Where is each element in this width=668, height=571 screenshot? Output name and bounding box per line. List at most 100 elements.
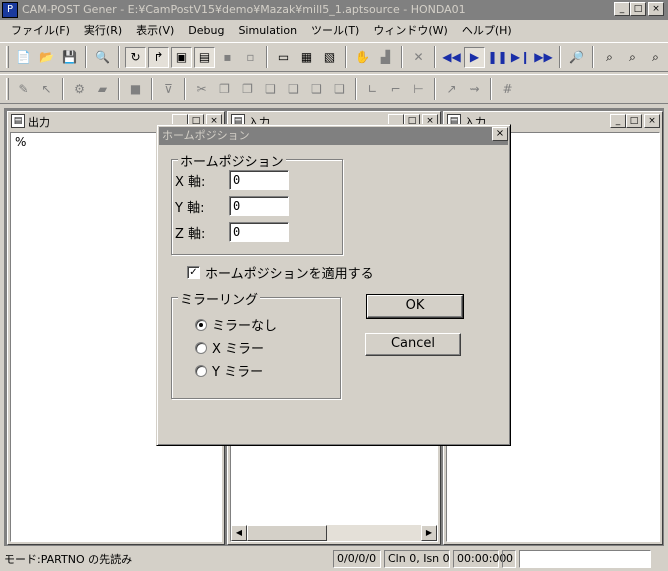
mirror-y-label: Y ミラー: [212, 365, 264, 380]
menu-tools[interactable]: ツール(T): [304, 22, 366, 38]
copy-icon[interactable]: ❐: [214, 79, 235, 100]
menu-bar: ファイル(F) 実行(R) 表示(V) Debug Simulation ツール…: [0, 20, 668, 40]
mirror-none-radio[interactable]: [195, 318, 207, 331]
status-bar: モード:PARTNO の先読み 0/0/0/0 Cln 0, Isn 0 00:…: [0, 547, 668, 571]
find-next-icon[interactable]: ⌕: [622, 47, 643, 68]
process-icon[interactable]: ⇝: [464, 79, 485, 100]
y-axis-label: Y 軸:: [175, 201, 205, 216]
stop-icon[interactable]: ■: [125, 79, 146, 100]
z-axis-input[interactable]: [229, 222, 289, 242]
fast-forward-icon[interactable]: ▶▶: [533, 47, 554, 68]
close-button[interactable]: ×: [648, 2, 664, 16]
output-window-icon: ▤: [11, 114, 25, 128]
mirror-none-label: ミラーなし: [212, 319, 278, 334]
menu-file[interactable]: ファイル(F): [4, 22, 77, 38]
paste2-icon[interactable]: ❑: [283, 79, 304, 100]
tool-icon-3[interactable]: ⚙: [69, 79, 90, 100]
tool-icon-1[interactable]: ▪: [217, 47, 238, 68]
input-close-button[interactable]: ×: [644, 114, 660, 128]
window-toggle-icon[interactable]: ▣: [171, 46, 192, 68]
ok-button[interactable]: OK: [366, 294, 464, 319]
apply-home-position-checkbox-row[interactable]: ✓ ホームポジションを適用する: [187, 263, 374, 282]
status-time: 00:00:00: [453, 550, 506, 568]
find-icon[interactable]: 🔎: [566, 47, 587, 68]
print-preview-icon[interactable]: 🔍: [92, 47, 113, 68]
hand-icon[interactable]: ✋: [352, 47, 373, 68]
menu-help[interactable]: ヘルプ(H): [455, 22, 519, 38]
mirror-y-option[interactable]: Y ミラー: [195, 361, 263, 380]
angle-icon[interactable]: ∟: [362, 79, 383, 100]
scroll-right-icon[interactable]: ▶: [421, 525, 437, 541]
z-axis-label: Z 軸:: [175, 227, 206, 242]
paste3-icon[interactable]: ❑: [306, 79, 327, 100]
toolbar-grip[interactable]: [6, 46, 9, 68]
toolbar2-grip[interactable]: [6, 78, 9, 100]
home-position-dialog[interactable]: ホームポジション × ホームポジション X 軸: Y 軸: Z 軸: ✓ ホーム…: [156, 124, 511, 446]
y-axis-input[interactable]: [229, 196, 289, 216]
status-message: モード:PARTNO の先読み: [4, 553, 133, 566]
mirror-x-radio[interactable]: [195, 341, 207, 354]
binoculars-icon[interactable]: ⌕: [599, 47, 620, 68]
mirror-x-label: X ミラー: [212, 342, 265, 357]
tool-icon-2[interactable]: ▫: [240, 47, 261, 68]
mirror-none-option[interactable]: ミラーなし: [195, 315, 277, 334]
tool-icon-4[interactable]: ▰: [92, 79, 113, 100]
mirroring-group-label: ミラーリング: [178, 289, 261, 308]
menu-simulation[interactable]: Simulation: [231, 24, 304, 37]
rewind-icon[interactable]: ◀◀: [441, 47, 462, 68]
angle2-icon[interactable]: ⌐: [385, 79, 406, 100]
menu-debug[interactable]: Debug: [181, 24, 231, 37]
app-icon[interactable]: P: [2, 2, 18, 18]
list-toggle-icon[interactable]: ▤: [194, 46, 215, 68]
input-maximize-button[interactable]: □: [626, 114, 642, 128]
dialog-close-button[interactable]: ×: [492, 127, 508, 141]
step-forward-icon[interactable]: ▶❙: [510, 47, 531, 68]
copy2-icon[interactable]: ❐: [237, 79, 258, 100]
x-axis-label: X 軸:: [175, 175, 206, 190]
cancel-x-icon[interactable]: ✕: [408, 47, 429, 68]
menu-view[interactable]: 表示(V): [129, 22, 181, 38]
mirror-x-option[interactable]: X ミラー: [195, 338, 264, 357]
vector-icon[interactable]: ↗: [441, 79, 462, 100]
step-into-icon[interactable]: ↻: [125, 46, 146, 68]
step-out-icon[interactable]: ↱: [148, 46, 169, 68]
open-folder-icon[interactable]: 📂: [36, 47, 57, 68]
input-minimize-button[interactable]: _: [610, 114, 626, 128]
angle3-icon[interactable]: ⊢: [408, 79, 429, 100]
filter-icon[interactable]: ⊽: [158, 79, 179, 100]
find-prev-icon[interactable]: ⌕: [645, 47, 666, 68]
scroll-thumb[interactable]: [247, 525, 327, 541]
scroll-left-icon[interactable]: ◀: [231, 525, 247, 541]
paste-icon[interactable]: ❑: [260, 79, 281, 100]
cut-icon[interactable]: ✂: [191, 79, 212, 100]
chart-icon[interactable]: ▟: [375, 47, 396, 68]
title-bar[interactable]: P CAM-POST Gener - E:¥CamPostV15¥demo¥Ma…: [0, 0, 668, 20]
dialog-title: ホームポジション: [159, 127, 508, 145]
toolbar-main: 📄 📂 💾 🔍 ↻ ↱ ▣ ▤ ▪ ▫ ▭ ▦ ▧ ✋ ▟ ✕ ◀◀ ▶ ❚❚ …: [0, 42, 668, 72]
status-num: 0: [502, 550, 516, 568]
menu-window[interactable]: ウィンドウ(W): [366, 22, 454, 38]
screen-icon[interactable]: ▭: [273, 47, 294, 68]
apply-home-position-checkbox[interactable]: ✓: [187, 266, 200, 279]
edit-icon[interactable]: ✎: [13, 79, 34, 100]
middle-hscrollbar[interactable]: ◀ ▶: [231, 525, 437, 541]
grid-icon[interactable]: #: [497, 79, 518, 100]
windows-icon[interactable]: ▧: [319, 47, 340, 68]
mirror-y-radio[interactable]: [195, 364, 207, 377]
pause-icon[interactable]: ❚❚: [487, 47, 508, 68]
play-icon[interactable]: ▶: [464, 46, 485, 68]
dialog-icon[interactable]: ▦: [296, 47, 317, 68]
minimize-button[interactable]: _: [614, 2, 630, 16]
toolbar-secondary: ✎ ↖ ⚙ ▰ ■ ⊽ ✂ ❐ ❐ ❑ ❑ ❑ ❑ ∟ ⌐ ⊢ ↗ ⇝ #: [0, 74, 668, 104]
maximize-button[interactable]: □: [630, 2, 646, 16]
save-icon[interactable]: 💾: [59, 47, 80, 68]
cancel-button[interactable]: Cancel: [365, 333, 461, 356]
output-window-title: 出力: [28, 116, 50, 129]
paste4-icon[interactable]: ❑: [329, 79, 350, 100]
status-cln: Cln 0, Isn 0: [384, 550, 450, 568]
x-axis-input[interactable]: [229, 170, 289, 190]
apply-home-position-label: ホームポジションを適用する: [205, 267, 374, 282]
new-file-icon[interactable]: 📄: [13, 47, 34, 68]
pointer-icon[interactable]: ↖: [36, 79, 57, 100]
menu-run[interactable]: 実行(R): [77, 22, 129, 38]
